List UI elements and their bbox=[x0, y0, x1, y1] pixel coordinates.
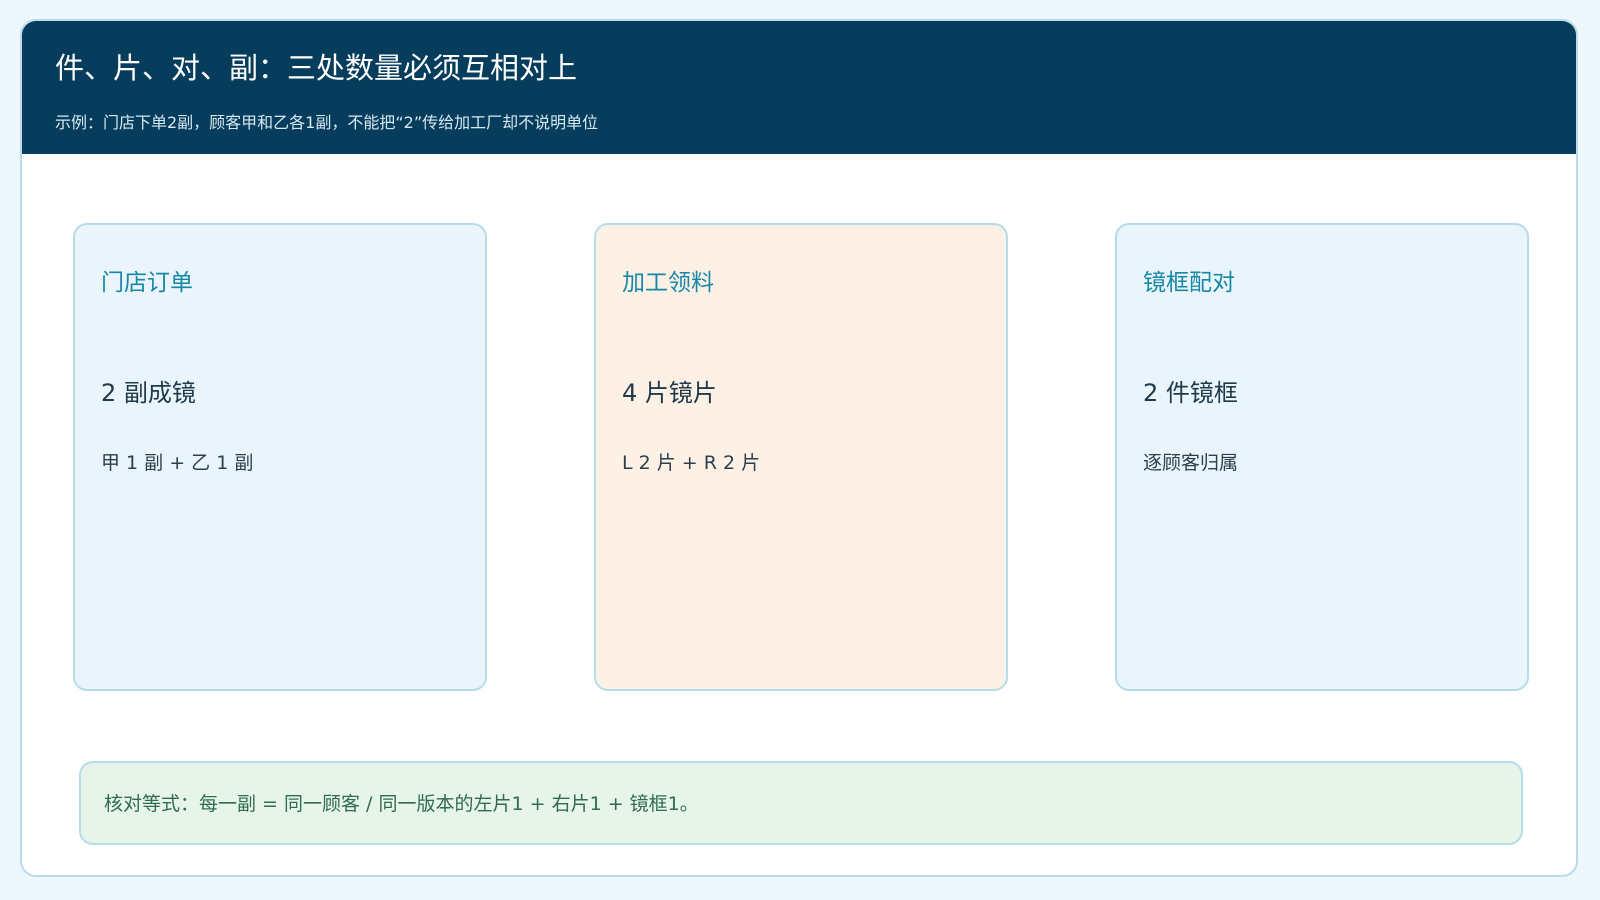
card-frame-pairing: 镜框配对 2 件镜框 逐顾客归属 bbox=[1115, 223, 1529, 691]
card-processing-materials: 加工领料 4 片镜片 L 2 片 + R 2 片 bbox=[594, 223, 1008, 691]
card-quantity: 2 件镜框 bbox=[1143, 379, 1238, 407]
card-detail: 甲 1 副 + 乙 1 副 bbox=[101, 452, 254, 474]
card-quantity: 2 副成镜 bbox=[101, 379, 196, 407]
page-title: 件、片、对、副：三处数量必须互相对上 bbox=[55, 51, 578, 85]
card-store-order: 门店订单 2 副成镜 甲 1 副 + 乙 1 副 bbox=[73, 223, 487, 691]
header-banner: 件、片、对、副：三处数量必须互相对上 示例：门店下单2副，顾客甲和乙各1副，不能… bbox=[22, 21, 1576, 154]
card-quantity: 4 片镜片 bbox=[622, 379, 717, 407]
diagram-frame: 件、片、对、副：三处数量必须互相对上 示例：门店下单2副，顾客甲和乙各1副，不能… bbox=[20, 19, 1578, 877]
page-subtitle: 示例：门店下单2副，顾客甲和乙各1副，不能把“2”传给加工厂却不说明单位 bbox=[55, 113, 599, 132]
formula-text: 核对等式：每一副 = 同一顾客 / 同一版本的左片1 + 右片1 + 镜框1。 bbox=[104, 793, 699, 815]
card-detail: L 2 片 + R 2 片 bbox=[622, 452, 761, 474]
formula-box: 核对等式：每一副 = 同一顾客 / 同一版本的左片1 + 右片1 + 镜框1。 bbox=[79, 761, 1523, 845]
card-detail: 逐顾客归属 bbox=[1143, 452, 1239, 474]
card-title: 加工领料 bbox=[622, 270, 714, 296]
card-title: 门店订单 bbox=[101, 270, 193, 296]
card-title: 镜框配对 bbox=[1143, 270, 1235, 296]
